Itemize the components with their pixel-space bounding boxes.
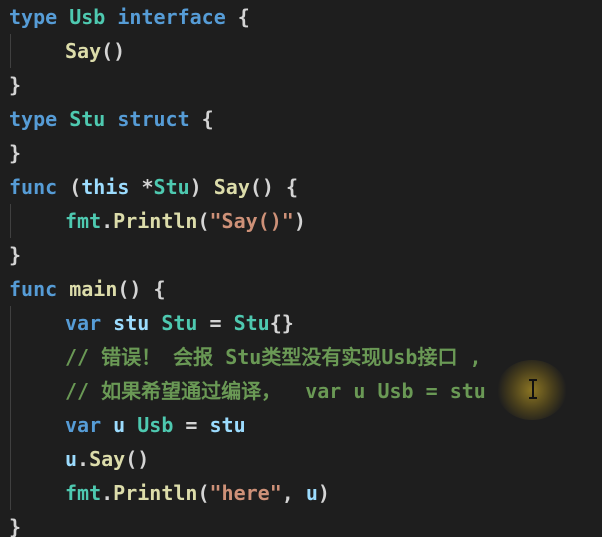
- code-token: this: [81, 175, 130, 199]
- code-token: Usb: [69, 5, 106, 29]
- code-token: .: [101, 481, 114, 505]
- code-token: }: [9, 515, 22, 537]
- code-token: .: [101, 209, 114, 233]
- code-line: var stu Stu = Stu{}: [65, 306, 294, 340]
- code-token: (): [101, 39, 126, 63]
- code-line: }: [9, 136, 21, 170]
- code-token: var: [65, 413, 102, 437]
- indent-guide: [10, 306, 11, 510]
- code-token: Stu: [233, 311, 270, 335]
- code-token: Println: [113, 209, 198, 233]
- code-token: fmt: [65, 209, 102, 233]
- code-token: type: [9, 107, 58, 131]
- text-cursor-icon: [528, 377, 538, 401]
- code-token: func: [9, 175, 58, 199]
- code-token: u: [65, 447, 78, 471]
- code-token: {: [225, 5, 250, 29]
- code-token: Println: [113, 481, 198, 505]
- code-token: (: [57, 175, 82, 199]
- code-token: // 如果希望通过编译， var u Usb = stu: [65, 379, 486, 403]
- code-token: }: [9, 243, 22, 267]
- code-line: type Usb interface {: [9, 0, 250, 34]
- code-token: }: [9, 73, 22, 97]
- code-token: ,: [281, 481, 306, 505]
- code-token: u: [113, 413, 126, 437]
- code-token: stu: [113, 311, 150, 335]
- code-token: .: [77, 447, 90, 471]
- code-token: Stu: [153, 175, 190, 199]
- code-token: main: [69, 277, 118, 301]
- code-line: }: [9, 510, 21, 537]
- code-line: }: [9, 68, 21, 102]
- code-token: func: [9, 277, 58, 301]
- code-line: Say(): [65, 34, 125, 68]
- code-token: struct: [117, 107, 190, 131]
- code-token: stu: [209, 413, 246, 437]
- code-token: fmt: [65, 481, 102, 505]
- code-line: fmt.Println("Say()"): [65, 204, 306, 238]
- code-token: Say: [89, 447, 126, 471]
- code-line: fmt.Println("here", u): [65, 476, 330, 510]
- code-line: func (this *Stu) Say() {: [9, 170, 298, 204]
- code-token: // 错误！ 会报 Stu类型没有实现Usb接口 ,: [65, 345, 482, 369]
- code-line: // 错误！ 会报 Stu类型没有实现Usb接口 ,: [65, 340, 482, 374]
- code-token: () {: [117, 277, 166, 301]
- code-token: type: [9, 5, 58, 29]
- code-token: (: [197, 209, 210, 233]
- code-token: interface: [117, 5, 226, 29]
- code-token: *: [129, 175, 154, 199]
- code-line: func main() {: [9, 272, 166, 306]
- code-token: (: [197, 481, 210, 505]
- code-line: }: [9, 238, 21, 272]
- code-token: u: [305, 481, 318, 505]
- code-line: var u Usb = stu: [65, 408, 246, 442]
- indent-guide: [10, 34, 11, 68]
- code-token: =: [197, 311, 234, 335]
- code-token: ): [317, 481, 330, 505]
- code-token: Usb: [137, 413, 174, 437]
- code-token: =: [173, 413, 210, 437]
- code-token: "here": [209, 481, 282, 505]
- code-token: ): [293, 209, 306, 233]
- code-line: // 如果希望通过编译， var u Usb = stu: [65, 374, 486, 408]
- indent-guide: [10, 204, 11, 238]
- code-token: {: [189, 107, 214, 131]
- code-editor[interactable]: type Usb interface {Say()} type Stu struc…: [0, 0, 602, 537]
- code-token: Stu: [161, 311, 198, 335]
- code-line: type Stu struct {: [9, 102, 214, 136]
- code-token: Stu: [69, 107, 106, 131]
- code-line: u.Say(): [65, 442, 149, 476]
- code-token: }: [9, 141, 22, 165]
- code-token: Say: [65, 39, 102, 63]
- code-token: Say: [213, 175, 250, 199]
- code-token: {}: [269, 311, 294, 335]
- code-token: () {: [249, 175, 299, 199]
- code-token: (): [125, 447, 150, 471]
- code-token: "Say()": [209, 209, 294, 233]
- code-token: ): [189, 175, 214, 199]
- code-token: var: [65, 311, 102, 335]
